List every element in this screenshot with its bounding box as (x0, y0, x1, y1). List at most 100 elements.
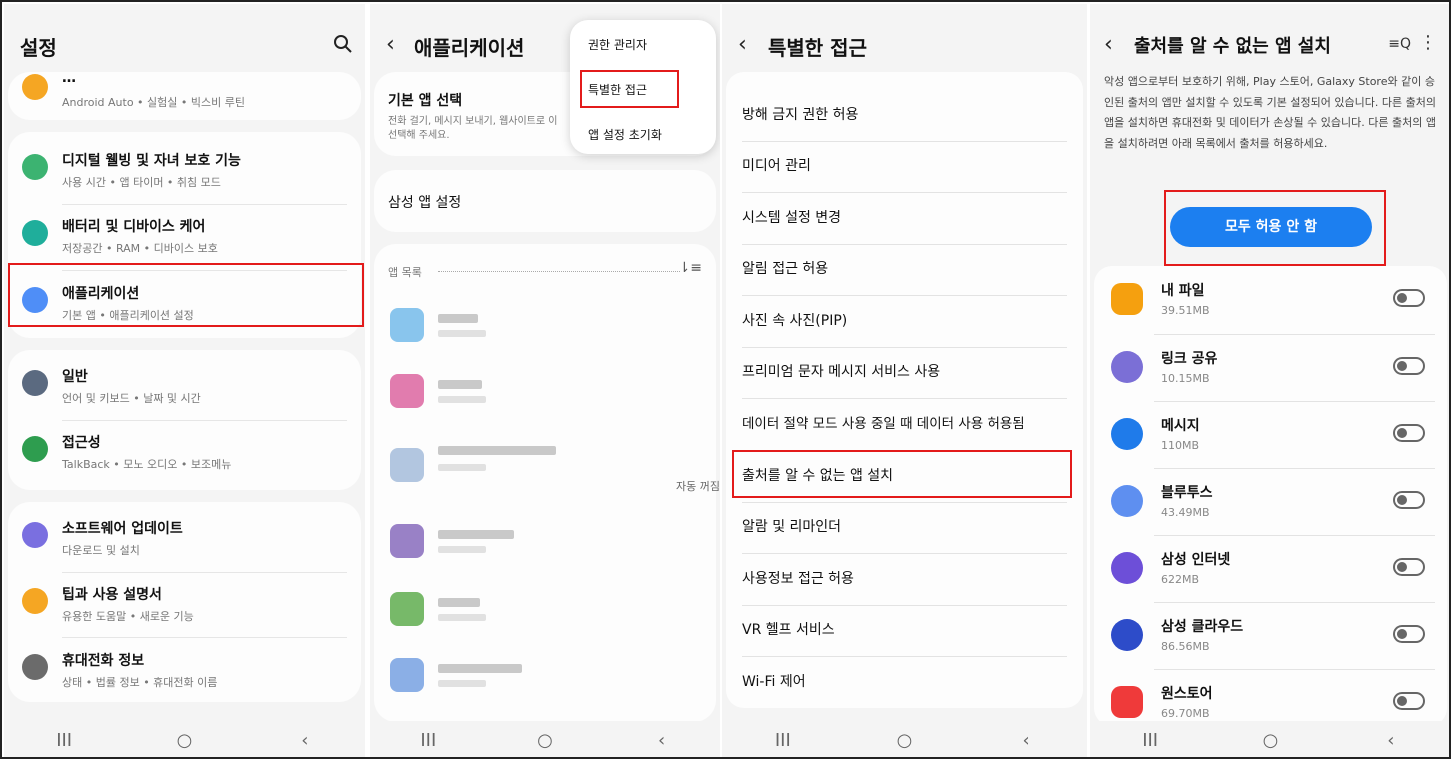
nav-bar: III ○ ‹ (722, 721, 1087, 757)
back-button[interactable]: ‹ (642, 730, 682, 751)
samsung-cloud-icon (1111, 619, 1143, 651)
highlight-unknown-sources (732, 450, 1072, 498)
recent-apps-button[interactable]: III (408, 730, 448, 751)
update-icon (22, 522, 48, 548)
page-title: 애플리케이션 (414, 36, 525, 60)
back-button[interactable]: ‹ (285, 730, 325, 751)
onestore-icon (1111, 686, 1143, 718)
allow-toggle[interactable] (1393, 625, 1425, 643)
link-share-icon (1111, 351, 1143, 383)
list-item[interactable]: 시스템 설정 변경 (742, 193, 1067, 244)
special-access-screen: ‹ 특별한 접근 방해 금지 권한 허용 미디어 관리 시스템 설정 변경 알림… (722, 4, 1087, 757)
info-icon (22, 654, 48, 680)
page-title: 설정 (20, 36, 57, 60)
settings-item-software-update[interactable]: 소프트웨어 업데이트 다운로드 및 설치 (22, 510, 347, 572)
app-row[interactable]: 내 파일 39.51MB (1106, 266, 1435, 333)
list-item[interactable] (388, 578, 718, 638)
allow-toggle[interactable] (1393, 491, 1425, 509)
recent-apps-button[interactable]: III (1130, 730, 1170, 751)
settings-item-general[interactable]: 일반 언어 및 키보드 • 날짜 및 시간 (22, 358, 347, 420)
nav-bar: III ○ ‹ (370, 721, 720, 757)
samsung-internet-icon (1111, 552, 1143, 584)
special-access-list: 방해 금지 권한 허용 미디어 관리 시스템 설정 변경 알림 접근 허용 사진… (726, 72, 1083, 708)
search-icon[interactable] (333, 34, 353, 54)
app-row[interactable]: 메시지 110MB (1106, 401, 1435, 468)
page-title: 출처를 알 수 없는 앱 설치 (1134, 36, 1331, 57)
highlight-applications (8, 263, 364, 327)
home-button[interactable]: ○ (164, 730, 204, 751)
allow-toggle[interactable] (1393, 692, 1425, 710)
advanced-icon (22, 74, 48, 100)
list-item[interactable]: 프리미엄 문자 메시지 서비스 사용 (742, 347, 1067, 398)
back-arrow-icon[interactable]: ‹ (738, 32, 747, 57)
more-options-icon[interactable]: ⋮ (1419, 32, 1437, 53)
back-arrow-icon[interactable]: ‹ (386, 32, 395, 57)
screenshot-frame: 설정 … Android Auto • 실험실 • 빅스비 루틴 디지털 웰빙 … (0, 0, 1451, 759)
settings-item-wellbeing[interactable]: 디지털 웰빙 및 자녀 보호 기능 사용 시간 • 앱 타이머 • 취침 모드 (22, 142, 347, 204)
app-row[interactable]: 블루투스 43.49MB (1106, 468, 1435, 535)
back-arrow-icon[interactable]: ‹ (1104, 32, 1113, 57)
list-item[interactable]: 알림 접근 허용 (742, 244, 1067, 295)
recent-apps-button[interactable]: III (763, 730, 803, 751)
allow-toggle[interactable] (1393, 357, 1425, 375)
default-app-title: 기본 앱 선택 (388, 93, 463, 109)
settings-item-battery[interactable]: 배터리 및 디바이스 케어 저장공간 • RAM • 디바이스 보호 (22, 208, 347, 270)
page-title: 특별한 접근 (768, 36, 867, 60)
list-item[interactable] (388, 360, 718, 420)
list-item[interactable]: 사용정보 접근 허용 (742, 554, 1067, 605)
tips-icon (22, 588, 48, 614)
accessibility-icon (22, 436, 48, 462)
my-files-icon (1111, 283, 1143, 315)
auto-off-label: 자동 꺼짐 (676, 480, 720, 493)
general-icon (22, 370, 48, 396)
list-item[interactable]: 사진 속 사진(PIP) (742, 296, 1067, 347)
settings-item-accessibility[interactable]: 접근성 TalkBack • 모노 오디오 • 보조메뉴 (22, 424, 347, 486)
app-row[interactable]: 삼성 인터넷 622MB (1106, 535, 1435, 602)
samsung-app-settings[interactable]: 삼성 앱 설정 (374, 170, 716, 232)
list-item[interactable] (388, 510, 718, 570)
home-button[interactable]: ○ (525, 730, 565, 751)
list-item[interactable]: 알람 및 리마인더 (742, 502, 1067, 553)
allow-toggle[interactable] (1393, 289, 1425, 307)
default-app-desc-2: 선택해 주세요. (388, 130, 450, 141)
home-button[interactable]: ○ (884, 730, 924, 751)
messages-icon (1111, 418, 1143, 450)
list-item[interactable]: 방해 금지 권한 허용 (742, 90, 1067, 141)
sort-icon[interactable]: ⇂≡ (679, 260, 702, 276)
list-item[interactable]: VR 헬프 서비스 (742, 605, 1067, 656)
home-button[interactable]: ○ (1250, 730, 1290, 751)
list-item[interactable]: 자동 꺼짐 (388, 434, 720, 494)
highlight-deny-all (1164, 190, 1386, 266)
bluetooth-icon (1111, 485, 1143, 517)
list-item[interactable]: 데이터 절약 모드 사용 중일 때 데이터 사용 허용됨 (742, 399, 1067, 450)
app-toggle-list: 내 파일 39.51MB 링크 공유 10.15MB 메시지 110MB 블루투… (1094, 266, 1447, 726)
highlight-special-access (580, 70, 679, 108)
app-row[interactable]: 링크 공유 10.15MB (1106, 334, 1435, 401)
settings-item-advanced[interactable]: … Android Auto • 실험실 • 빅스비 루틴 (22, 62, 347, 124)
back-button[interactable]: ‹ (1006, 730, 1046, 751)
list-item[interactable] (388, 644, 718, 704)
search-filter-icon[interactable]: ≡Q (1388, 36, 1411, 52)
allow-toggle[interactable] (1393, 558, 1425, 576)
menu-permission-manager[interactable]: 권한 관리자 (588, 36, 647, 53)
nav-bar: III ○ ‹ (4, 721, 365, 757)
list-item[interactable]: Wi-Fi 제어 (742, 657, 1067, 708)
default-app-desc: 전화 걸기, 메시지 보내기, 웹사이트로 이 (388, 116, 558, 127)
allow-toggle[interactable] (1393, 424, 1425, 442)
battery-care-icon (22, 220, 48, 246)
wellbeing-icon (22, 154, 48, 180)
list-item[interactable] (388, 294, 718, 354)
applications-screen: ‹ 애플리케이션 기본 앱 선택 전화 걸기, 메시지 보내기, 웹사이트로 이… (370, 4, 720, 757)
settings-screen: 설정 … Android Auto • 실험실 • 빅스비 루틴 디지털 웰빙 … (4, 4, 365, 757)
app-list-card: 앱 목록 ⇂≡ 자동 꺼짐 (374, 244, 720, 722)
install-unknown-apps-screen: ‹ 출처를 알 수 없는 앱 설치 ≡Q ⋮ 악성 앱으로부터 보호하기 위해,… (1090, 4, 1449, 757)
nav-bar: III ○ ‹ (1090, 721, 1449, 757)
app-row[interactable]: 삼성 클라우드 86.56MB (1106, 602, 1435, 669)
back-button[interactable]: ‹ (1371, 730, 1411, 751)
recent-apps-button[interactable]: III (44, 730, 84, 751)
settings-item-tips[interactable]: 팁과 사용 설명서 유용한 도움말 • 새로운 기능 (22, 576, 347, 638)
list-item[interactable]: 미디어 관리 (742, 141, 1067, 192)
menu-reset-app-prefs[interactable]: 앱 설정 초기화 (588, 126, 662, 143)
app-list-label: 앱 목록 (388, 266, 422, 279)
settings-item-phone-info[interactable]: 휴대전화 정보 상태 • 법률 정보 • 휴대전화 이름 (22, 642, 347, 704)
